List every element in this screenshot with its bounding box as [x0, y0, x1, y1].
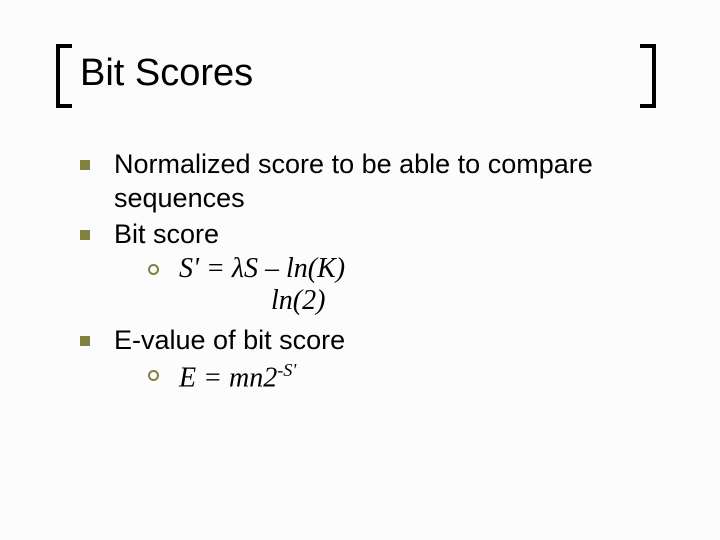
bullet-text: Bit score S' = λS – ln(K) ln(2) — [114, 218, 660, 318]
square-bullet-icon — [80, 336, 90, 346]
bullet-item: E-value of bit score E = mn2-S' — [80, 324, 660, 396]
circle-bullet-icon — [148, 370, 159, 381]
sub-bullet-item: S' = λS – ln(K) ln(2) — [148, 253, 660, 317]
title-bar: Bit Scores — [56, 44, 656, 108]
circle-bullet-icon — [148, 264, 159, 275]
square-bullet-icon — [80, 160, 90, 170]
formula-base: E = mn2 — [179, 363, 277, 394]
formula-line2: ln(2) — [179, 285, 345, 317]
bracket-right-icon — [640, 44, 656, 108]
bullet-label: E-value of bit score — [114, 325, 345, 355]
sub-bullet-item: E = mn2-S' — [148, 359, 660, 395]
bullet-text: E-value of bit score E = mn2-S' — [114, 324, 660, 396]
bullet-text: Normalized score to be able to compare s… — [114, 148, 660, 216]
formula: S' = λS – ln(K) ln(2) — [179, 253, 345, 317]
bullet-item: Normalized score to be able to compare s… — [80, 148, 660, 216]
bullet-label: Bit score — [114, 219, 219, 249]
slide-body: Normalized score to be able to compare s… — [80, 148, 660, 398]
formula-line1: S' = λS – ln(K) — [179, 253, 345, 285]
formula-exponent: -S' — [277, 360, 296, 380]
slide: Bit Scores Normalized score to be able t… — [0, 0, 720, 540]
slide-title: Bit Scores — [78, 52, 253, 101]
square-bullet-icon — [80, 230, 90, 240]
bullet-item: Bit score S' = λS – ln(K) ln(2) — [80, 218, 660, 318]
bracket-left-icon — [56, 44, 72, 108]
formula: E = mn2-S' — [179, 359, 296, 395]
